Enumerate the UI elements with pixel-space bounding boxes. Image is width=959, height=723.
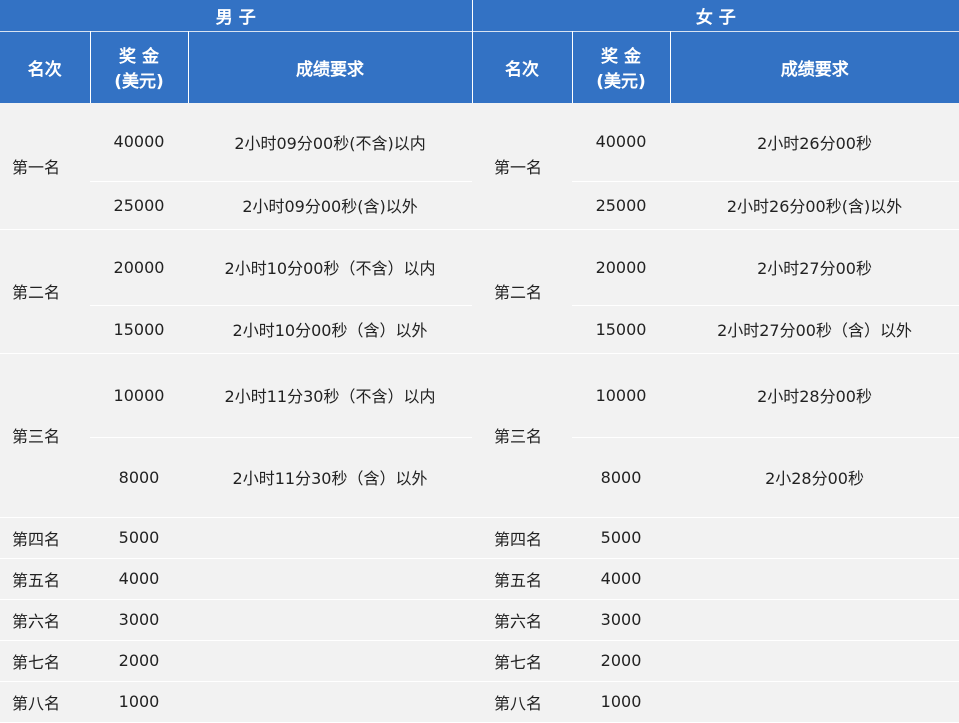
table-row: 第一名 40000 2小时09分00秒(不含)以内 第一名 40000 2小时2… bbox=[0, 103, 959, 230]
prize-cell: 25000 bbox=[572, 181, 671, 230]
rank-cell: 第五名 bbox=[0, 558, 90, 600]
prize-cell: 3000 bbox=[90, 599, 188, 641]
req-cell: 2小时26分00秒 bbox=[670, 103, 959, 182]
table-row: 第八名 1000 第八名 1000 bbox=[0, 681, 959, 723]
table-row: 第二名 20000 2小时10分00秒（不含）以内 第二名 20000 2小时2… bbox=[0, 229, 959, 354]
req-cell: 2小时11分30秒（含）以外 bbox=[188, 437, 473, 518]
table-row: 第三名 10000 2小时11分30秒（不含）以内 第三名 10000 2小时2… bbox=[0, 353, 959, 518]
req-cell bbox=[670, 558, 959, 600]
rank-cell: 第四名 bbox=[472, 517, 573, 559]
req-cell bbox=[188, 640, 473, 682]
col-prize-unit: (美元) bbox=[114, 72, 164, 93]
rank-cell: 第五名 bbox=[472, 558, 573, 600]
rank-cell: 第一名 bbox=[0, 103, 90, 230]
req-cell: 2小时10分00秒（不含）以内 bbox=[188, 229, 473, 306]
col-prize-label: 奖 金 bbox=[119, 47, 159, 68]
prize-cell: 40000 bbox=[572, 103, 671, 182]
req-cell bbox=[670, 681, 959, 723]
group-female: 女 子 bbox=[471, 0, 959, 31]
prize-cell: 25000 bbox=[90, 181, 188, 230]
req-cell: 2小时26分00秒(含)以外 bbox=[670, 181, 959, 230]
prize-cell: 5000 bbox=[90, 517, 188, 559]
table-row: 第七名 2000 第七名 2000 bbox=[0, 640, 959, 682]
prize-cell: 8000 bbox=[572, 437, 671, 518]
rank-cell: 第七名 bbox=[0, 640, 90, 682]
req-cell: 2小时27分00秒（含）以外 bbox=[670, 305, 959, 354]
rank-cell: 第二名 bbox=[0, 229, 90, 354]
req-cell: 2小28分00秒 bbox=[670, 437, 959, 518]
col-prize-unit: (美元) bbox=[596, 72, 646, 93]
column-header-row: 名次 奖 金 (美元) 成绩要求 名次 奖 金 (美元) 成绩要求 bbox=[0, 31, 959, 103]
req-cell: 2小时09分00秒(不含)以内 bbox=[188, 103, 473, 182]
col-prize-male: 奖 金 (美元) bbox=[89, 31, 188, 103]
prize-table: 男 子 女 子 名次 奖 金 (美元) 成绩要求 名次 奖 金 (美元) 成绩要… bbox=[0, 0, 959, 723]
req-cell bbox=[670, 517, 959, 559]
prize-cell: 15000 bbox=[90, 305, 188, 354]
table-row: 第六名 3000 第六名 3000 bbox=[0, 599, 959, 641]
req-cell: 2小时11分30秒（不含）以内 bbox=[188, 353, 473, 438]
col-prize-female: 奖 金 (美元) bbox=[571, 31, 671, 103]
table-row: 第五名 4000 第五名 4000 bbox=[0, 558, 959, 600]
req-cell bbox=[188, 558, 473, 600]
prize-cell: 15000 bbox=[572, 305, 671, 354]
prize-cell: 20000 bbox=[90, 229, 188, 306]
rank-cell: 第三名 bbox=[472, 353, 573, 518]
rank-cell: 第八名 bbox=[0, 681, 90, 723]
rank-cell: 第六名 bbox=[472, 599, 573, 641]
rank-cell: 第三名 bbox=[0, 353, 90, 518]
rank-cell: 第二名 bbox=[472, 229, 573, 354]
col-req-female: 成绩要求 bbox=[669, 31, 959, 103]
req-cell: 2小时10分00秒（含）以外 bbox=[188, 305, 473, 354]
prize-cell: 1000 bbox=[90, 681, 188, 723]
prize-cell: 4000 bbox=[572, 558, 671, 600]
col-rank-male: 名次 bbox=[27, 59, 62, 80]
prize-cell: 4000 bbox=[90, 558, 188, 600]
group-header-row: 男 子 女 子 bbox=[0, 0, 959, 31]
prize-cell: 2000 bbox=[90, 640, 188, 682]
req-cell: 2小时27分00秒 bbox=[670, 229, 959, 306]
col-req-male: 成绩要求 bbox=[187, 31, 473, 103]
prize-cell: 10000 bbox=[572, 353, 671, 438]
col-rank-female: 名次 bbox=[471, 31, 573, 103]
group-male: 男 子 bbox=[215, 7, 256, 28]
prize-cell: 40000 bbox=[90, 103, 188, 182]
prize-cell: 3000 bbox=[572, 599, 671, 641]
rank-cell: 第一名 bbox=[472, 103, 573, 230]
prize-cell: 1000 bbox=[572, 681, 671, 723]
prize-cell: 20000 bbox=[572, 229, 671, 306]
table-row: 第四名 5000 第四名 5000 bbox=[0, 517, 959, 559]
rank-cell: 第六名 bbox=[0, 599, 90, 641]
prize-cell: 5000 bbox=[572, 517, 671, 559]
req-cell: 2小时09分00秒(含)以外 bbox=[188, 181, 473, 230]
req-cell bbox=[670, 599, 959, 641]
req-cell bbox=[188, 517, 473, 559]
prize-cell: 2000 bbox=[572, 640, 671, 682]
req-cell: 2小时28分00秒 bbox=[670, 353, 959, 438]
req-cell bbox=[670, 640, 959, 682]
req-cell bbox=[188, 681, 473, 723]
rank-cell: 第七名 bbox=[472, 640, 573, 682]
rank-cell: 第八名 bbox=[472, 681, 573, 723]
prize-cell: 10000 bbox=[90, 353, 188, 438]
col-prize-label: 奖 金 bbox=[601, 47, 641, 68]
req-cell bbox=[188, 599, 473, 641]
rank-cell: 第四名 bbox=[0, 517, 90, 559]
prize-cell: 8000 bbox=[90, 437, 188, 518]
